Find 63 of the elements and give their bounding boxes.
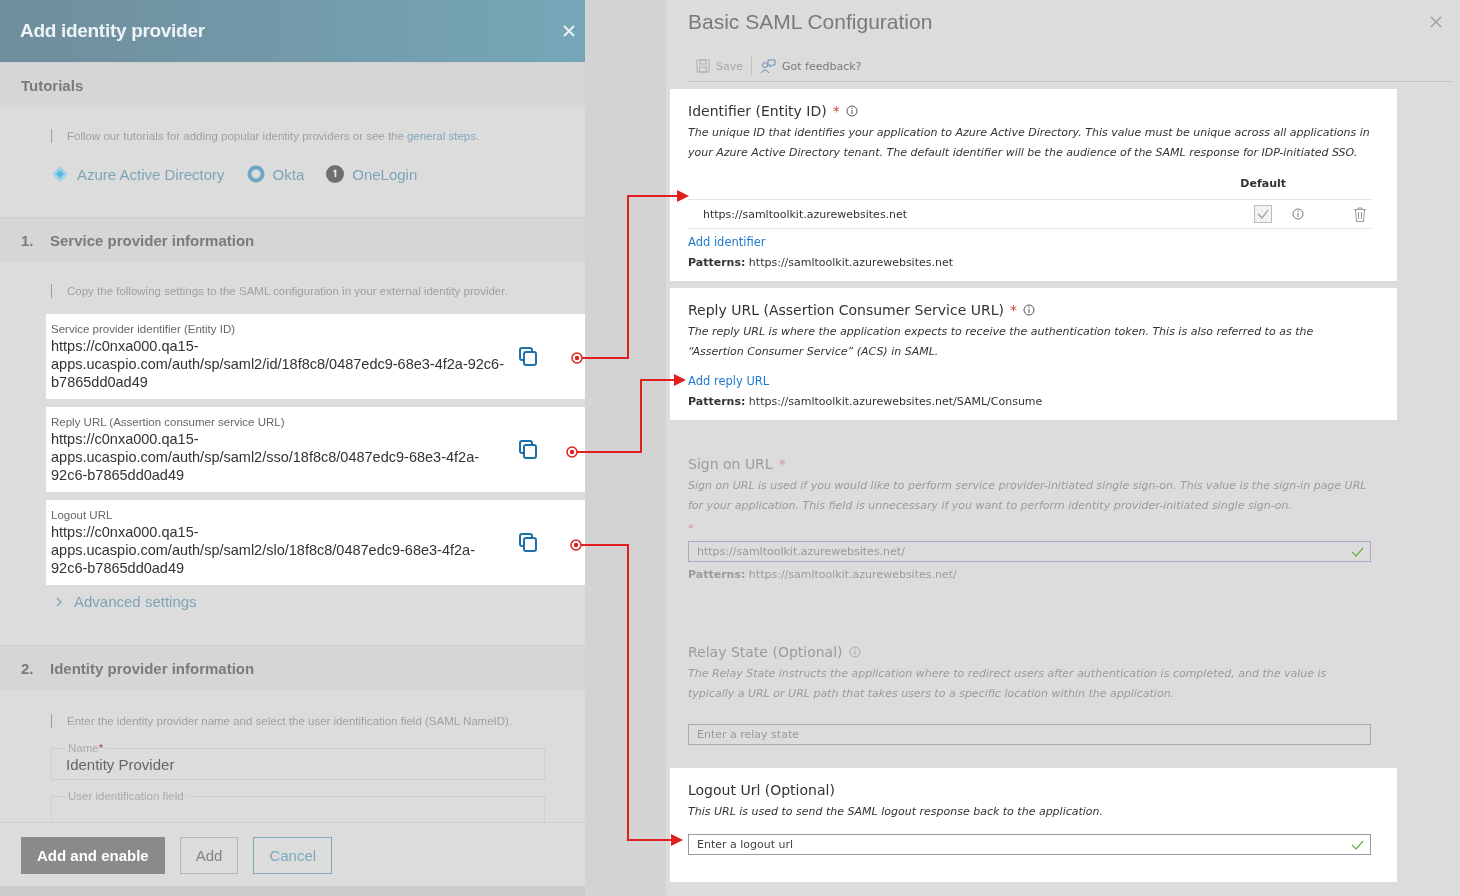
input-field[interactable]: Enter a relay state xyxy=(688,724,1371,745)
ring-logo-icon xyxy=(246,165,265,183)
column-header: Default xyxy=(1239,177,1287,192)
chevron-icon xyxy=(56,596,62,607)
section-description: The reply URL is where the application expects to receive the authentication token. This is also referred to as the “Assertion Consumer Service” (ACS) in SAML. xyxy=(688,324,1315,360)
general-steps-link[interactable]: general steps xyxy=(406,129,476,143)
delete-button[interactable] xyxy=(1354,206,1366,222)
field-label: Reply URL (Assertion consumer service URL) xyxy=(51,415,286,428)
default-checkbox[interactable] xyxy=(1254,205,1272,223)
tutorial-link[interactable]: OneLogin xyxy=(326,165,418,183)
trash-icon xyxy=(1354,206,1366,222)
identifier-value: https://samltoolkit.azurewebsites.net xyxy=(703,207,909,221)
copy-icon xyxy=(519,440,537,459)
patterns-text: Patterns: https://samltoolkit.azurewebsites.net/ xyxy=(688,568,958,581)
section-description: The Relay State instructs the application where to redirect users after authentication is completed, and the value is typically a URL or URL path that takes users to a specific location within the application. xyxy=(688,666,1328,702)
section-title: Logout Url (Optional) xyxy=(688,782,835,798)
info-icon xyxy=(1292,208,1304,220)
circle-logo-icon xyxy=(326,165,345,183)
section-number: 2. xyxy=(21,659,35,677)
tutorial-link[interactable]: Okta xyxy=(246,165,305,183)
close-icon xyxy=(563,25,575,37)
patterns-text: Patterns: https://samltoolkit.azurewebsites.net xyxy=(688,256,955,269)
url-value: https://c0nxa000.qa15-apps.ucaspio.com/auth/sp/saml2/id/18f8c8/0487edc9-68e3-4f2a-92c6-b7865dd0ad49 xyxy=(51,336,505,391)
diamond-logo-icon xyxy=(51,165,69,183)
section-number: 1. xyxy=(21,231,35,249)
panel-title: Add identity provider xyxy=(20,20,205,42)
section-title: Identity provider information xyxy=(50,659,255,677)
blade-title: Basic SAML Configuration xyxy=(688,10,933,34)
url-value: https://c0nxa000.qa15-apps.ucaspio.com/auth/sp/saml2/sso/18f8c8/0487edc9-68e3-4f2a-92c6-b7865dd0ad49 xyxy=(51,429,481,484)
advanced-settings-link[interactable]: Advanced settings xyxy=(56,593,585,610)
section-description: The unique ID that identifies your application to Azure Active Directory. This value must be unique across all applications in your Azure Active Directory tenant. The default identifier will be the audience of the SAML response for IDP-initiated SSO. xyxy=(688,125,1371,161)
copy-icon xyxy=(519,533,537,552)
copy-icon xyxy=(519,347,537,366)
url-value: https://c0nxa000.qa15-apps.ucaspio.com/auth/sp/saml2/slo/18f8c8/0487edc9-68e3-4f2a-92c6-b7865dd0ad49 xyxy=(51,522,476,577)
required-mark: * xyxy=(832,103,840,119)
input-field[interactable]: Enter a logout url xyxy=(688,834,1371,855)
required-mark: * xyxy=(1010,302,1017,318)
required-mark: * xyxy=(778,456,786,472)
section-title: Sign on URL xyxy=(688,456,773,472)
text-field[interactable]: Name* Identity Provider xyxy=(51,742,545,780)
section-title: Reply URL (Assertion Consumer Service URL) xyxy=(688,302,1004,318)
copy-button[interactable] xyxy=(519,533,537,552)
feedback-icon xyxy=(760,58,776,74)
section-title: Identifier (Entity ID) xyxy=(688,103,827,119)
copy-button[interactable] xyxy=(519,347,537,366)
patterns-text: Patterns: https://samltoolkit.azurewebsites.net/SAML/Consume xyxy=(688,395,1044,408)
section-description: This URL is used to send the SAML logout response back to the application. xyxy=(688,804,1105,820)
close-icon xyxy=(1430,16,1442,28)
field-label: Logout URL xyxy=(51,508,114,521)
add-link[interactable]: Add identifier xyxy=(688,235,766,249)
feedback-button[interactable]: Got feedback? xyxy=(752,58,870,74)
section-heading: Tutorials xyxy=(0,62,585,107)
section-title: Service provider information xyxy=(50,231,255,249)
copy-button[interactable] xyxy=(519,440,537,459)
tutorial-link[interactable]: Azure Active Directory xyxy=(51,165,225,183)
add-link[interactable]: Add reply URL xyxy=(688,374,770,388)
input-field[interactable]: https://samltoolkit.azurewebsites.net/ xyxy=(688,541,1371,562)
save-icon xyxy=(696,59,710,73)
required-mark: * xyxy=(688,522,695,535)
section-description: Sign on URL is used if you would like to perform service provider-initiated single sign-on. This value is the sign-in page URL for your application. This field is unnecessary if you want to perform identity provider-initiated single sign-on. xyxy=(688,478,1368,514)
button[interactable]: Cancel xyxy=(253,836,333,874)
field-label: Service provider identifier (Entity ID) xyxy=(51,322,237,335)
section-title: Relay State (Optional) xyxy=(688,644,843,660)
